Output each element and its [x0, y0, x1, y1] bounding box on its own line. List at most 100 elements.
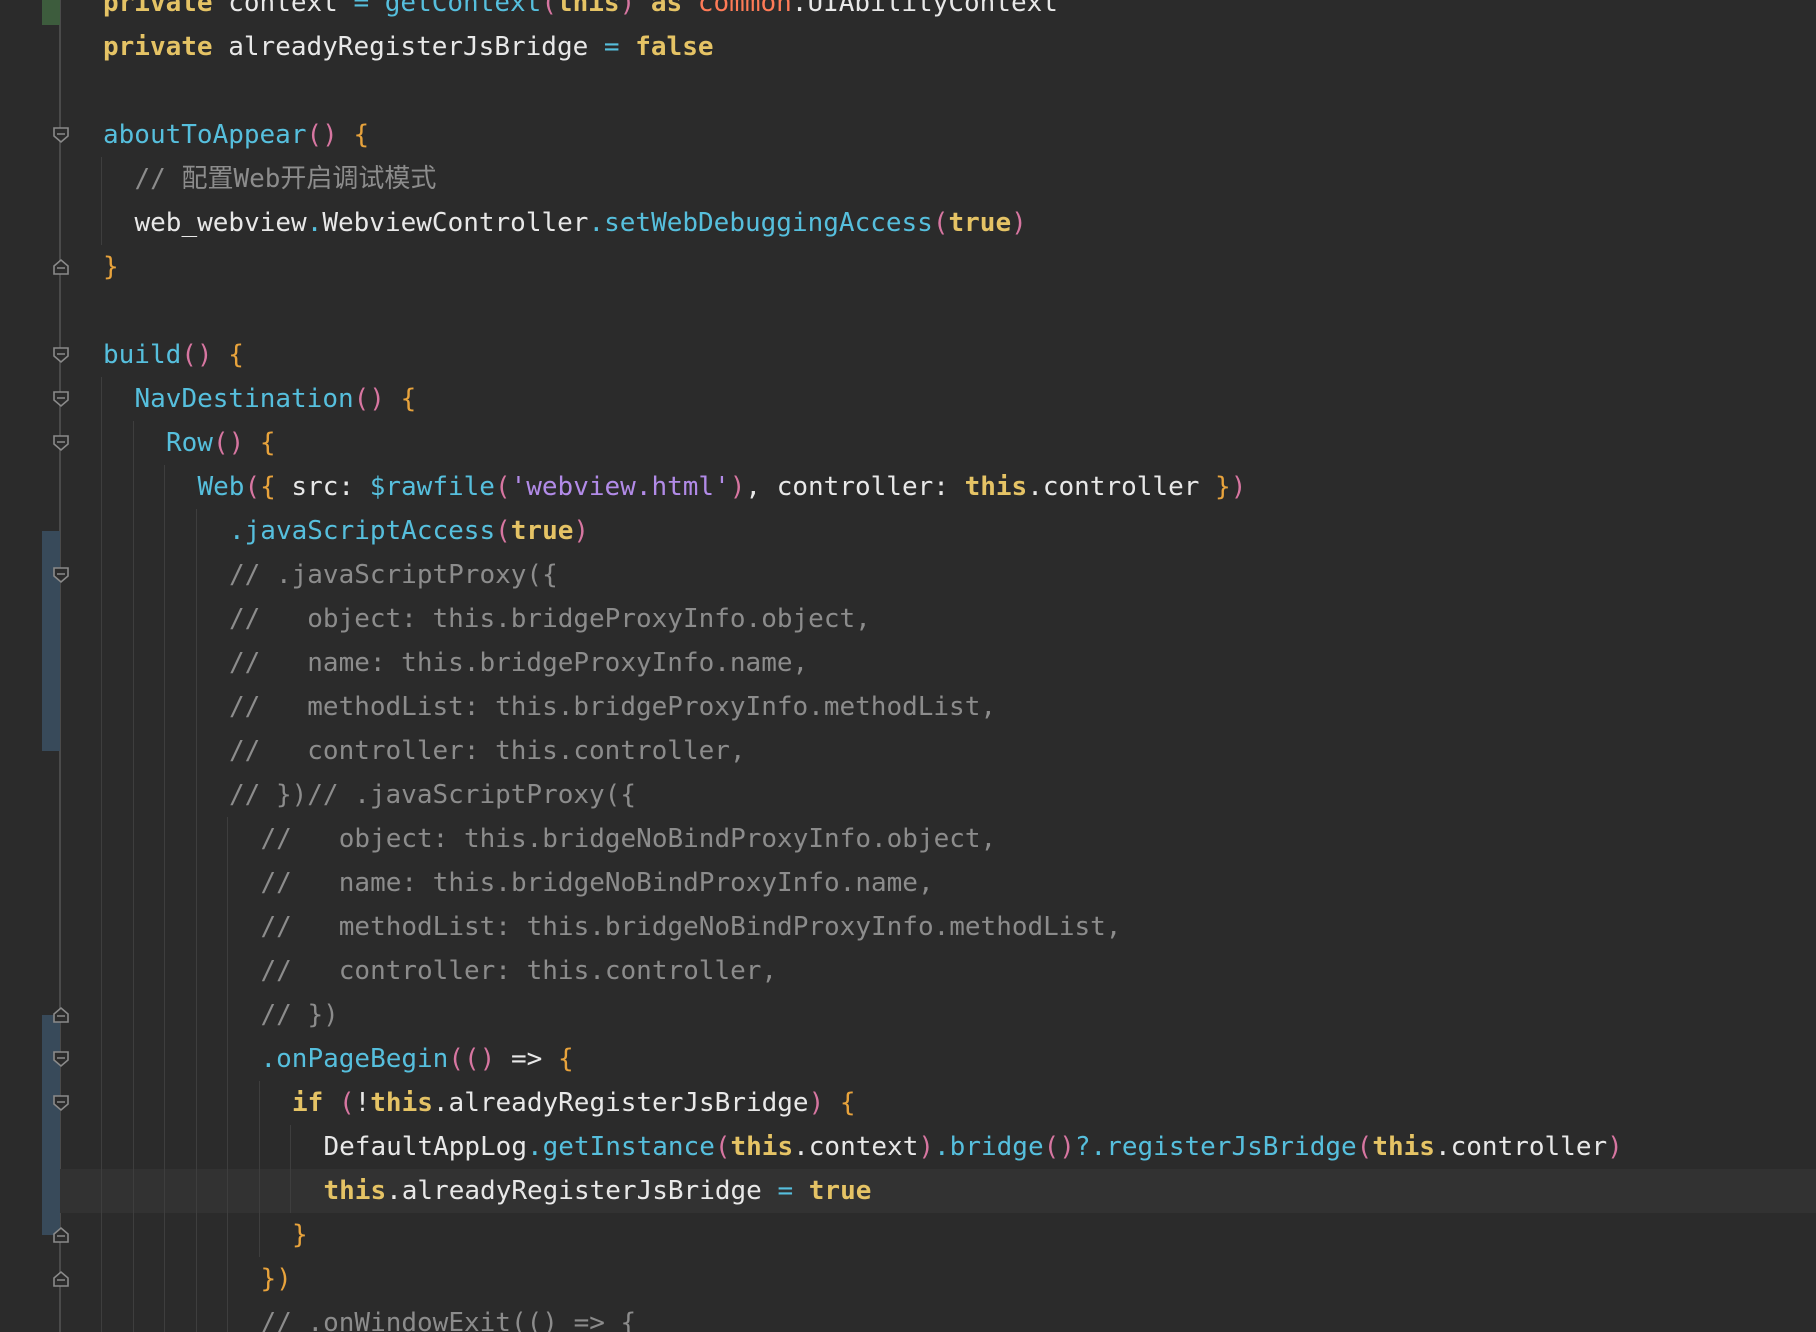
code-token-keyword: this — [730, 1132, 794, 1162]
code-token-type: common — [697, 0, 792, 18]
fold-end-icon[interactable] — [50, 1224, 72, 1246]
code-line[interactable]: if (!this.alreadyRegisterJsBridge) { — [292, 1081, 856, 1125]
code-line[interactable]: build() { — [103, 333, 244, 377]
code-token-default: .controller — [1027, 472, 1216, 502]
code-token-paren: ) — [808, 1088, 825, 1118]
code-line[interactable]: aboutToAppear() { — [103, 113, 369, 157]
code-token-fn: $rawfile — [369, 472, 495, 502]
code-token-comment: // })// .javaScriptProxy({ — [229, 780, 636, 810]
indent-guide — [101, 377, 102, 1332]
fold-end-icon[interactable] — [50, 256, 72, 278]
code-token-default: .alreadyRegisterJsBridge — [432, 1088, 809, 1118]
code-token-default: WebviewController — [322, 208, 589, 238]
code-line[interactable]: // methodList: this.bridgeProxyInfo.meth… — [229, 685, 996, 729]
code-token-keyword: this — [1372, 1132, 1435, 1162]
vcs-change-marker[interactable] — [42, 0, 60, 25]
code-token-keyword: as — [635, 0, 698, 18]
code-line[interactable]: .javaScriptAccess(true) — [229, 509, 589, 553]
code-token-paren: ) — [1230, 472, 1247, 502]
code-token-dot: ?. — [1074, 1132, 1107, 1162]
code-token-comment: // object: this.bridgeProxyInfo.object, — [229, 604, 871, 634]
code-token-default: .alreadyRegisterJsBridge — [386, 1176, 778, 1206]
code-line[interactable]: // controller: this.controller, — [261, 949, 778, 993]
code-token-comment: // methodList: this.bridgeNoBindProxyInf… — [260, 912, 1122, 942]
code-token-dot: . — [934, 1132, 950, 1162]
code-line[interactable]: this.alreadyRegisterJsBridge = true — [324, 1169, 872, 1213]
fold-collapse-icon[interactable] — [50, 564, 72, 586]
code-token-brace: }) — [260, 1264, 292, 1294]
fold-end-icon[interactable] — [50, 1004, 72, 1026]
code-line[interactable]: } — [103, 245, 119, 289]
fold-collapse-icon[interactable] — [50, 1092, 72, 1114]
code-token-default: DefaultAppLog — [323, 1132, 528, 1162]
code-token-paren: ( — [495, 516, 511, 546]
code-token-keyword: private — [103, 32, 213, 62]
fold-collapse-icon[interactable] — [50, 388, 72, 410]
fold-end-icon[interactable] — [50, 1268, 72, 1290]
code-editor[interactable]: private context = getContext(this) as co… — [0, 0, 1816, 1332]
code-line[interactable]: // .onWindowExit(() => { — [261, 1301, 637, 1332]
indent-guide — [164, 465, 165, 1332]
code-line[interactable]: private context = getContext(this) as co… — [103, 0, 1058, 25]
code-token-brace: { — [244, 428, 276, 458]
code-token-paren: ) — [918, 1132, 935, 1162]
code-line[interactable]: // .javaScriptProxy({ — [229, 553, 558, 597]
code-line[interactable]: // })// .javaScriptProxy({ — [229, 773, 636, 817]
code-token-default: alreadyRegisterJsBridge — [212, 32, 604, 62]
code-token-paren: () — [181, 340, 213, 370]
fold-collapse-icon[interactable] — [50, 1048, 72, 1070]
code-token-keyword: true — [510, 516, 574, 546]
code-line[interactable]: private alreadyRegisterJsBridge = false — [103, 25, 714, 69]
code-token-paren: ) — [619, 0, 636, 18]
code-token-brace: { — [260, 472, 276, 502]
code-token-default: src: — [275, 472, 370, 502]
code-line[interactable]: // object: this.bridgeNoBindProxyInfo.ob… — [261, 817, 997, 861]
code-line[interactable]: NavDestination() { — [135, 377, 417, 421]
code-line[interactable]: .onPageBegin(() => { — [261, 1037, 574, 1081]
code-line[interactable]: // object: this.bridgeProxyInfo.object, — [229, 597, 871, 641]
code-line[interactable]: // name: this.bridgeProxyInfo.name, — [229, 641, 808, 685]
code-token-comment: // .onWindowExit(() => { — [260, 1308, 637, 1332]
code-token-dot: . — [306, 208, 323, 238]
code-line[interactable]: // methodList: this.bridgeNoBindProxyInf… — [261, 905, 1122, 949]
code-token-fn: getInstance — [542, 1132, 715, 1162]
code-token-fn: NavDestination — [134, 384, 354, 414]
code-line[interactable]: Web({ src: $rawfile('webview.html'), con… — [198, 465, 1247, 509]
indent-guide — [227, 817, 228, 1332]
code-token-fn: getContext — [369, 0, 542, 18]
indent-guide — [290, 1125, 291, 1213]
code-token-comment: // name: this.bridgeNoBindProxyInfo.name… — [260, 868, 934, 898]
code-token-brace: } — [292, 1220, 308, 1250]
code-token-comment: // 配置Web开启调试模式 — [134, 164, 437, 194]
code-token-paren: () — [353, 384, 385, 414]
code-token-brace: } — [1215, 472, 1231, 502]
code-line[interactable]: Row() { — [166, 421, 276, 465]
editor-gutter — [0, 0, 100, 1332]
indent-guide — [132, 421, 134, 1332]
code-line[interactable]: // name: this.bridgeNoBindProxyInfo.name… — [261, 861, 934, 905]
code-token-op: = — [353, 0, 370, 18]
code-line[interactable]: } — [292, 1213, 308, 1257]
code-line[interactable]: // }) — [261, 993, 339, 1037]
code-line[interactable]: // 配置Web开启调试模式 — [135, 157, 437, 201]
code-token-paren: ( — [541, 0, 557, 18]
code-token-fn: setWebDebuggingAccess — [604, 208, 933, 238]
code-token-comment: // }) — [260, 1000, 339, 1030]
code-token-brace: { — [337, 120, 370, 150]
fold-collapse-icon[interactable] — [50, 124, 72, 146]
code-token-keyword: this — [323, 1176, 387, 1206]
code-line[interactable]: }) — [261, 1257, 292, 1301]
fold-collapse-icon[interactable] — [50, 432, 72, 454]
code-line[interactable]: web_webview.WebviewController.setWebDebu… — [135, 201, 1027, 245]
code-token-dot: . — [588, 208, 605, 238]
code-line[interactable]: DefaultAppLog.getInstance(this.context).… — [324, 1125, 1623, 1169]
code-token-paren: ( — [323, 1088, 355, 1118]
code-token-paren: ( — [1356, 1132, 1373, 1162]
code-token-default: .controller — [1434, 1132, 1608, 1162]
fold-collapse-icon[interactable] — [50, 344, 72, 366]
indent-guide — [258, 1081, 260, 1257]
code-token-brace: { — [557, 1044, 574, 1074]
code-token-keyword: if — [292, 1088, 324, 1118]
code-line[interactable]: // controller: this.controller, — [229, 729, 746, 773]
code-token-comment: // controller: this.controller, — [229, 736, 746, 766]
